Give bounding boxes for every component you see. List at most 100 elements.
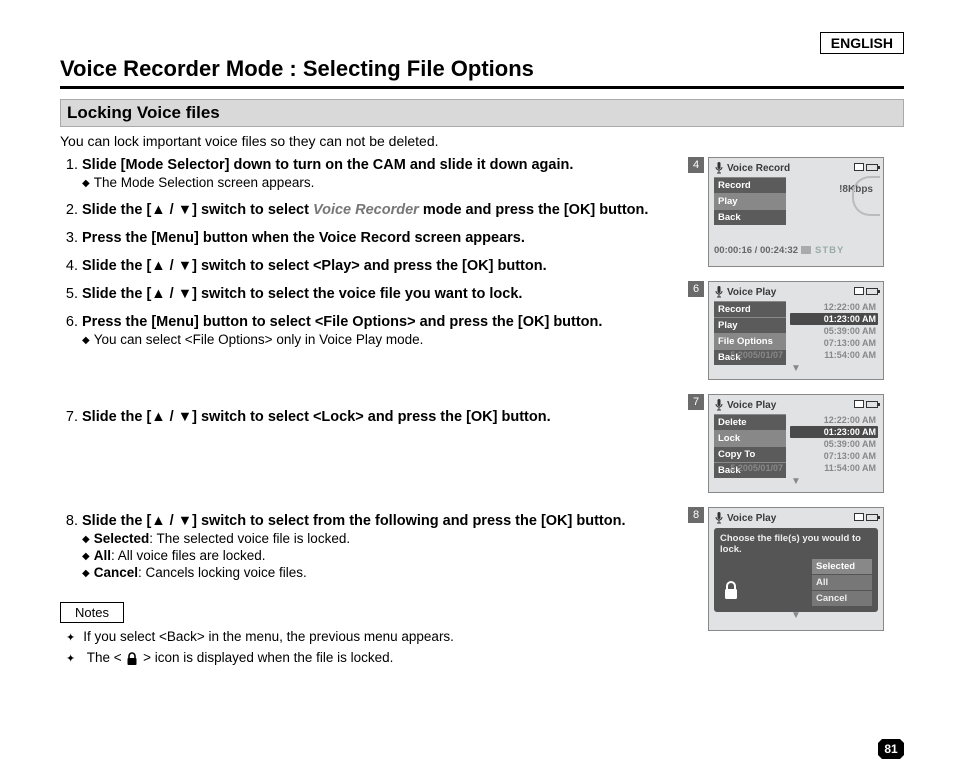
file-row[interactable]: 05:39:00 AM bbox=[790, 325, 878, 337]
step-6: Press the [Menu] button to select <File … bbox=[82, 314, 694, 347]
mic-icon bbox=[714, 286, 724, 298]
file-row[interactable]: 12:22:00 AM bbox=[790, 414, 878, 426]
file-row-selected[interactable]: 01:23:00 AM bbox=[790, 426, 878, 438]
menu: Record Play Back bbox=[714, 177, 786, 225]
menu-item-selected[interactable]: Lock bbox=[714, 430, 786, 446]
lbl: All bbox=[94, 548, 111, 563]
card-icon bbox=[854, 163, 864, 171]
updown-icon: ▲ / ▼ bbox=[151, 258, 192, 274]
t: Slide the [ bbox=[82, 202, 151, 218]
card-icon bbox=[854, 287, 864, 295]
t: > icon is displayed when the file is loc… bbox=[143, 650, 393, 665]
page-title: Voice Recorder Mode : Selecting File Opt… bbox=[60, 56, 904, 82]
menu-item[interactable]: Copy To bbox=[714, 446, 786, 462]
header-text: Voice Play bbox=[727, 400, 776, 411]
t: Slide the [ bbox=[82, 513, 151, 529]
file-row[interactable]: 05:39:00 AM bbox=[790, 438, 878, 450]
updown-icon: ▲ / ▼ bbox=[151, 513, 192, 529]
step-3: Press the [Menu] button when the Voice R… bbox=[82, 230, 694, 246]
step-sub: The Mode Selection screen appears. bbox=[82, 175, 694, 190]
t: 05:39:00 AM bbox=[824, 439, 876, 449]
step-sub: You can select <File Options> only in Vo… bbox=[82, 332, 694, 347]
step-7: Slide the [▲ / ▼] switch to select <Lock… bbox=[82, 409, 694, 425]
header-text: Voice Play bbox=[727, 513, 776, 524]
txt: : The selected voice file is locked. bbox=[149, 531, 350, 546]
t: ] switch to select <Lock> and press the … bbox=[192, 409, 551, 425]
shot-number: 8 bbox=[688, 507, 704, 523]
step-sub: Cancel: Cancels locking voice files. bbox=[82, 565, 694, 580]
page-number-value: 81 bbox=[878, 739, 904, 759]
txt: : Cancels locking voice files. bbox=[138, 565, 307, 580]
t: Slide the [ bbox=[82, 258, 151, 274]
menu-item[interactable]: Play bbox=[714, 317, 786, 333]
file-row[interactable]: 5 2005/01/0711:54:00 AM bbox=[728, 349, 878, 361]
head-silhouette-icon bbox=[852, 176, 880, 216]
t: ] switch to select from the following an… bbox=[192, 513, 625, 529]
chevron-down-icon: ▼ bbox=[714, 365, 878, 373]
step-2: Slide the [▲ / ▼] switch to select Voice… bbox=[82, 202, 694, 218]
battery-icon bbox=[866, 401, 878, 408]
file-row[interactable]: 5 2005/01/07 11:54:00 AM bbox=[728, 462, 878, 474]
file-row[interactable]: 07:13:00 AM bbox=[790, 337, 878, 349]
file-row[interactable]: 07:13:00 AM bbox=[790, 450, 878, 462]
menu-item[interactable]: Record bbox=[714, 301, 786, 317]
t: The < bbox=[87, 650, 126, 665]
d: 5 2005/01/07 bbox=[730, 463, 783, 473]
note-item: If you select <Back> in the menu, the pr… bbox=[60, 629, 694, 644]
t: Slide the [ bbox=[82, 409, 151, 425]
mic-icon bbox=[714, 512, 724, 524]
page-number: 81 bbox=[878, 739, 904, 759]
t: 11:54:00 AM bbox=[824, 463, 876, 473]
t: ] switch to select bbox=[192, 202, 313, 218]
state-text: STBY bbox=[815, 245, 844, 256]
menu-item[interactable]: Back bbox=[714, 209, 786, 225]
time-text: 00:00:16 / 00:24:32 bbox=[714, 245, 798, 256]
t: Slide the [ bbox=[82, 286, 151, 302]
battery-icon bbox=[866, 514, 878, 521]
screenshot-7: 7 Voice Play Delete Lock Copy To Back bbox=[708, 394, 904, 493]
shot-number: 6 bbox=[688, 281, 704, 297]
menu-item[interactable]: Record bbox=[714, 177, 786, 193]
t: 07:13:00 AM bbox=[824, 338, 876, 348]
mic-icon bbox=[714, 162, 724, 174]
lbl: Selected bbox=[94, 531, 150, 546]
screenshot-8: 8 Voice Play Choose the file(s) you woul… bbox=[708, 507, 904, 631]
file-row[interactable]: 12:22:00 AM bbox=[790, 301, 878, 313]
step-sub: Selected: The selected voice file is loc… bbox=[82, 531, 694, 546]
battery-icon bbox=[866, 288, 878, 295]
menu-item[interactable]: Delete bbox=[714, 414, 786, 430]
t: 12:22:00 AM bbox=[824, 302, 876, 312]
t: 01:23:00 AM bbox=[824, 427, 876, 437]
step-sub: All: All voice files are locked. bbox=[82, 548, 694, 563]
step-5: Slide the [▲ / ▼] switch to select the v… bbox=[82, 286, 694, 302]
card-icon bbox=[854, 400, 864, 408]
updown-icon: ▲ / ▼ bbox=[151, 286, 192, 302]
step-head: Press the [Menu] button when the Voice R… bbox=[82, 230, 525, 246]
menu-item-selected[interactable]: Play bbox=[714, 193, 786, 209]
note-item: The < > icon is displayed when the file … bbox=[60, 650, 694, 669]
lock-icon bbox=[722, 581, 740, 604]
shot-number: 7 bbox=[688, 394, 704, 410]
d: 5 2005/01/07 bbox=[730, 350, 783, 360]
dialog-text: Choose the file(s) you would to lock. bbox=[720, 533, 872, 555]
dialog-option-selected[interactable]: Selected bbox=[812, 559, 872, 574]
dialog: Choose the file(s) you would to lock. Se… bbox=[714, 528, 878, 612]
mic-icon bbox=[714, 399, 724, 411]
screenshot-4: 4 Voice Record Record Play Back !8Kbps 0… bbox=[708, 157, 904, 267]
t: mode and press the [OK] button. bbox=[419, 202, 649, 218]
menu-item-selected[interactable]: File Options bbox=[714, 333, 786, 349]
header-text: Voice Play bbox=[727, 287, 776, 298]
chevron-down-icon: ▼ bbox=[714, 612, 878, 620]
header-text: Voice Record bbox=[727, 163, 790, 174]
dialog-option[interactable]: Cancel bbox=[812, 591, 872, 606]
dialog-option[interactable]: All bbox=[812, 575, 872, 590]
mode-name: Voice Recorder bbox=[313, 202, 419, 218]
lbl: Cancel bbox=[94, 565, 138, 580]
updown-icon: ▲ / ▼ bbox=[151, 409, 192, 425]
title-rule bbox=[60, 86, 904, 89]
step-4: Slide the [▲ / ▼] switch to select <Play… bbox=[82, 258, 694, 274]
step-head: Slide [Mode Selector] down to turn on th… bbox=[82, 157, 573, 173]
txt: : All voice files are locked. bbox=[111, 548, 266, 563]
file-row-selected[interactable]: 01:23:00 AM bbox=[790, 313, 878, 325]
language-box: ENGLISH bbox=[820, 32, 904, 54]
